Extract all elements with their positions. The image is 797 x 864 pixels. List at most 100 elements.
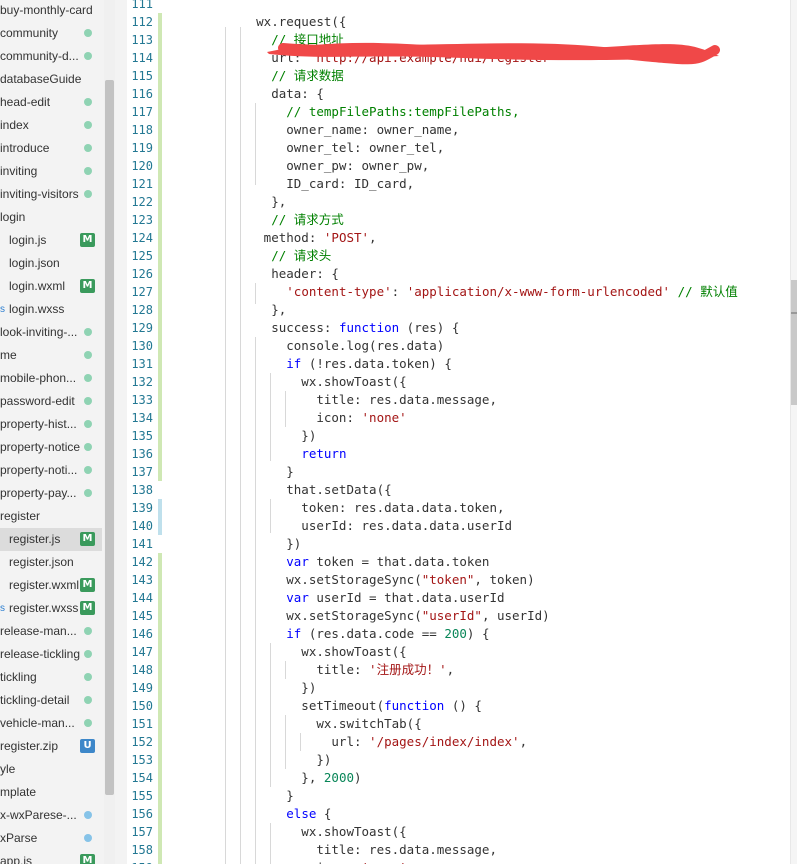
added-line-marker <box>158 427 162 445</box>
file-tree-item[interactable]: login.json <box>0 252 102 275</box>
code-line[interactable]: title: '注册成功！', <box>211 661 454 679</box>
explorer-scrollbar-thumb[interactable] <box>105 80 114 795</box>
file-tree-item[interactable]: property-notice <box>0 436 102 459</box>
file-tree-item[interactable]: property-hist... <box>0 413 102 436</box>
file-tree-label: login <box>0 210 26 224</box>
file-tree-item[interactable]: login.js M <box>0 229 102 252</box>
code-line[interactable]: wx.setStorageSync("token", token) <box>211 571 534 589</box>
code-line[interactable]: that.setData({ <box>211 481 391 499</box>
code-line[interactable]: // 请求数据 <box>211 67 344 85</box>
file-tree-item[interactable]: s login.wxss <box>0 298 102 321</box>
code-line[interactable]: }, 2000) <box>211 769 361 787</box>
file-tree-item[interactable]: inviting <box>0 160 102 183</box>
file-tree-item[interactable]: xParse <box>0 827 102 850</box>
file-tree-item[interactable]: register <box>0 505 102 528</box>
file-tree-item[interactable]: index <box>0 114 102 137</box>
file-tree-item[interactable]: register.wxml M <box>0 574 102 597</box>
file-tree-item[interactable]: tickling-detail <box>0 689 102 712</box>
added-line-marker <box>158 283 162 301</box>
file-tree-item[interactable]: me <box>0 344 102 367</box>
line-number: 136 <box>131 447 153 461</box>
code-line[interactable]: } <box>211 463 294 481</box>
code-line[interactable]: data: { <box>211 85 324 103</box>
file-tree-item[interactable]: property-noti... <box>0 459 102 482</box>
code-line[interactable]: header: { <box>211 265 339 283</box>
code-line[interactable]: if (!res.data.token) { <box>211 355 452 373</box>
file-tree-item[interactable]: login.wxml M <box>0 275 102 298</box>
file-tree-item[interactable]: community-d... <box>0 45 102 68</box>
code-line[interactable]: }, <box>211 301 286 319</box>
code-line[interactable]: var token = that.data.token <box>211 553 489 571</box>
code-string: 'none' <box>362 860 407 864</box>
code-line[interactable]: ID_card: ID_card, <box>211 175 414 193</box>
added-line-marker <box>158 589 162 607</box>
code-line[interactable]: wx.request({ <box>211 13 346 31</box>
file-tree-item[interactable]: look-inviting-... <box>0 321 102 344</box>
indent-guide <box>285 661 286 679</box>
added-line-marker <box>158 553 162 571</box>
file-tree-item[interactable]: databaseGuide <box>0 68 102 91</box>
code-line[interactable]: method: 'POST', <box>211 229 377 247</box>
file-tree-item[interactable]: vehicle-man... <box>0 712 102 735</box>
code-line[interactable]: } <box>211 787 294 805</box>
code-line[interactable]: else { <box>211 805 331 823</box>
file-tree-item[interactable]: tickling <box>0 666 102 689</box>
file-tree-item[interactable]: x-wxParese-... <box>0 804 102 827</box>
file-tree-item[interactable]: release-tickling <box>0 643 102 666</box>
file-tree-item[interactable]: mplate <box>0 781 102 804</box>
file-tree-item[interactable]: inviting-visitors <box>0 183 102 206</box>
file-tree-item[interactable]: register.js M <box>0 528 102 551</box>
code-line[interactable]: owner_name: owner_name, <box>211 121 459 139</box>
code-line[interactable]: userId: res.data.data.userId <box>211 517 512 535</box>
code-line[interactable]: }, <box>211 193 286 211</box>
code-string: 'application/x-www-form-urlencoded' <box>406 284 671 299</box>
code-line[interactable]: owner_pw: owner_pw, <box>211 157 429 175</box>
file-tree-item[interactable]: head-edit <box>0 91 102 114</box>
file-tree-item[interactable]: register.zip U <box>0 735 102 758</box>
editor-scrollbar-thumb[interactable] <box>791 280 797 405</box>
code-line[interactable]: 'content-type': 'application/x-www-form-… <box>211 283 737 301</box>
code-line[interactable]: // tempFilePaths:tempFilePaths, <box>211 103 519 121</box>
code-line[interactable]: title: res.data.message, <box>211 841 497 859</box>
file-tree-item[interactable]: register.json <box>0 551 102 574</box>
indent-guide <box>270 499 271 533</box>
code-line[interactable]: owner_tel: owner_tel, <box>211 139 444 157</box>
file-tree-item[interactable]: property-pay... <box>0 482 102 505</box>
editor-scrollbar-track[interactable] <box>790 0 797 864</box>
file-tree-item[interactable]: app.js M <box>0 850 102 864</box>
file-tree-item[interactable]: s register.wxss M <box>0 597 102 620</box>
code-line[interactable]: }) <box>211 427 316 445</box>
modified-line-marker <box>158 499 162 517</box>
file-tree-item[interactable]: mobile-phon... <box>0 367 102 390</box>
file-tree-label: login.js <box>9 233 47 247</box>
added-line-marker <box>158 337 162 355</box>
modified-badge: M <box>80 279 95 293</box>
code-line[interactable]: }) <box>211 751 331 769</box>
code-text: }, <box>211 194 287 209</box>
file-tree-item[interactable]: password-edit <box>0 390 102 413</box>
file-tree-item[interactable]: yle <box>0 758 102 781</box>
code-line[interactable]: url: '/pages/index/index', <box>211 733 527 751</box>
code-line[interactable]: setTimeout(function () { <box>211 697 482 715</box>
code-line[interactable]: console.log(res.data) <box>211 337 444 355</box>
file-tree-item[interactable]: introduce <box>0 137 102 160</box>
file-tree-item[interactable]: buy-monthly-card <box>0 0 102 22</box>
code-line[interactable]: if (res.data.code == 200) { <box>211 625 489 643</box>
added-line-marker <box>158 49 162 67</box>
code-line[interactable]: // 请求头 <box>211 247 331 265</box>
code-text: , <box>519 734 528 749</box>
file-tree-item[interactable]: login <box>0 206 102 229</box>
code-text: icon: <box>211 410 362 425</box>
code-line[interactable]: return <box>211 445 346 463</box>
code-line[interactable]: // 请求方式 <box>211 211 344 229</box>
code-line[interactable]: }) <box>211 679 316 697</box>
line-number: 138 <box>131 483 153 497</box>
code-line[interactable]: title: res.data.message, <box>211 391 497 409</box>
code-line[interactable]: wx.setStorageSync("userId", userId) <box>211 607 549 625</box>
code-line[interactable]: wx.switchTab({ <box>211 715 421 733</box>
code-line[interactable]: success: function (res) { <box>211 319 459 337</box>
file-tree-item[interactable]: community <box>0 22 102 45</box>
file-tree-item[interactable]: release-man... <box>0 620 102 643</box>
line-number: 124 <box>131 231 153 245</box>
code-editor[interactable]: 111 112 113 114 115 116 117 118 119 120 121 122 123 1… <box>127 0 790 864</box>
